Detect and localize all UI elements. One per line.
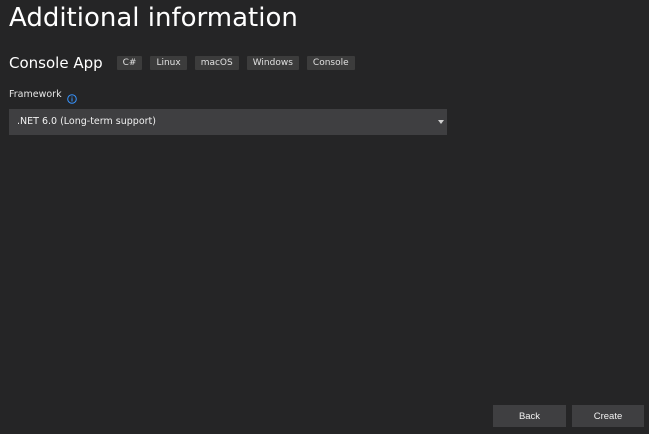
tag-project-type: Console — [306, 56, 355, 70]
template-name: Console App — [9, 54, 103, 72]
tag-platform-linux: Linux — [150, 56, 187, 70]
chevron-down-icon — [438, 120, 444, 124]
page-title: Additional information — [9, 3, 298, 33]
tag-platform-macos: macOS — [194, 56, 239, 70]
framework-label: Framework — [9, 88, 62, 100]
back-button[interactable]: Back — [493, 405, 566, 427]
create-button[interactable]: Create — [572, 405, 644, 427]
additional-information-page: Additional information Console App C# Li… — [0, 0, 649, 434]
info-icon[interactable] — [66, 89, 77, 104]
framework-label-row: Framework — [9, 87, 77, 104]
framework-selected-value: .NET 6.0 (Long-term support) — [17, 116, 156, 127]
tag-language: C# — [116, 56, 143, 70]
tag-platform-windows: Windows — [246, 56, 299, 70]
template-header: Console App C# Linux macOS Windows Conso… — [9, 52, 363, 74]
framework-dropdown[interactable]: .NET 6.0 (Long-term support) — [9, 109, 447, 135]
